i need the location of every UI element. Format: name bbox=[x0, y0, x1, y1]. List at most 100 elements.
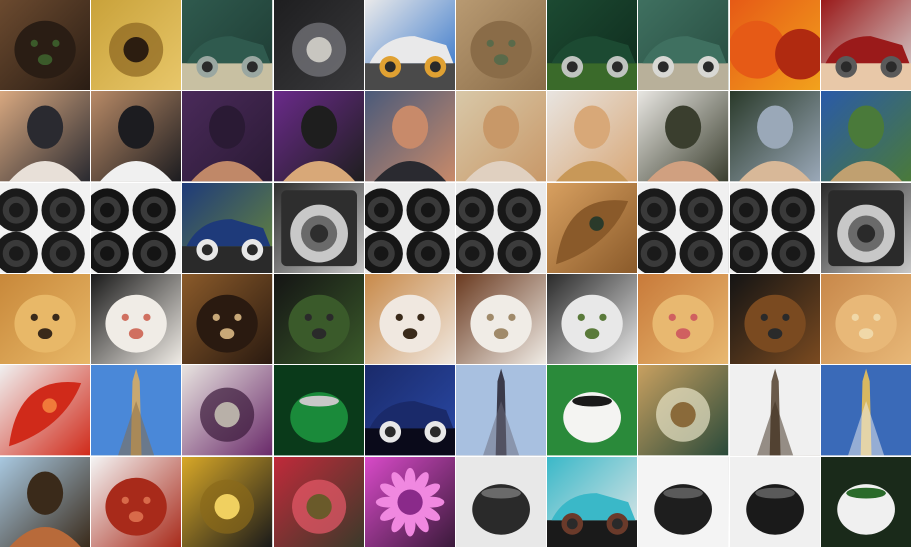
thumbnail-piggy-bank bbox=[91, 0, 182, 91]
thumbnail-graphic bbox=[182, 456, 273, 547]
thumbnail-person bbox=[547, 91, 638, 182]
thumbnail-basket bbox=[638, 365, 729, 456]
thumbnail-fabric bbox=[273, 456, 364, 547]
thumbnail-camera bbox=[820, 182, 911, 273]
thumbnail-camera bbox=[273, 182, 364, 273]
thumbnail-graphic bbox=[0, 91, 91, 182]
thumbnail-dog bbox=[455, 274, 547, 365]
thumbnail-graphic bbox=[820, 365, 911, 456]
thumbnail-dog bbox=[91, 274, 182, 365]
thumbnail-dog bbox=[638, 274, 729, 365]
thumbnail-graphic bbox=[547, 456, 638, 547]
thumbnail-pot bbox=[455, 456, 547, 547]
thumbnail-stupa bbox=[820, 365, 911, 456]
thumbnail-graphic bbox=[91, 274, 182, 365]
thumbnail-obelisk bbox=[91, 365, 182, 456]
thumbnail-green-dial bbox=[273, 365, 364, 456]
thumbnail-car bbox=[547, 0, 638, 91]
thumbnail-person bbox=[0, 91, 91, 182]
thumbnail-scooter bbox=[547, 456, 638, 547]
thumbnail-graphic bbox=[182, 91, 273, 182]
thumbnail-graphic bbox=[638, 365, 729, 456]
thumbnail-graphic bbox=[364, 274, 455, 365]
image-grid bbox=[0, 0, 911, 547]
thumbnail-graphic bbox=[182, 0, 273, 91]
thumbnail-graphic bbox=[182, 182, 273, 273]
thumbnail-dog bbox=[0, 0, 91, 91]
thumbnail-graphic bbox=[547, 0, 638, 91]
thumbnail-graphic bbox=[273, 274, 364, 365]
thumbnail-graphic bbox=[364, 182, 455, 273]
thumbnail-graphic bbox=[729, 0, 820, 91]
thumbnail-graphic bbox=[638, 456, 729, 547]
thumbnail-person bbox=[638, 91, 729, 182]
thumbnail-graphic bbox=[455, 456, 547, 547]
thumbnail-dog bbox=[364, 274, 455, 365]
thumbnail-tape-roll bbox=[547, 365, 638, 456]
thumbnail-graphic bbox=[820, 274, 911, 365]
thumbnail-graphic bbox=[729, 274, 820, 365]
thumbnail-bag bbox=[182, 365, 273, 456]
thumbnail-dog bbox=[455, 0, 547, 91]
thumbnail-car bbox=[638, 0, 729, 91]
thumbnail-graphic bbox=[638, 182, 729, 273]
thumbnail-person bbox=[729, 91, 820, 182]
thumbnail-graphic bbox=[638, 0, 729, 91]
thumbnail-pot bbox=[729, 456, 820, 547]
thumbnail-graphic bbox=[729, 91, 820, 182]
thumbnail-person bbox=[182, 91, 273, 182]
thumbnail-graphic bbox=[0, 456, 91, 547]
thumbnail-graphic bbox=[91, 456, 182, 547]
thumbnail-graphic bbox=[820, 182, 911, 273]
thumbnail-lens bbox=[729, 182, 820, 273]
thumbnail-graphic bbox=[364, 0, 455, 91]
thumbnail-lens bbox=[638, 182, 729, 273]
thumbnail-person bbox=[273, 91, 364, 182]
thumbnail-graphic bbox=[820, 91, 911, 182]
thumbnail-lens bbox=[91, 182, 182, 273]
thumbnail-graphic bbox=[364, 456, 455, 547]
thumbnail-panda bbox=[91, 456, 182, 547]
thumbnail-car bbox=[182, 0, 273, 91]
thumbnail-graphic bbox=[0, 0, 91, 91]
thumbnail-graphic bbox=[638, 91, 729, 182]
thumbnail-lens bbox=[0, 182, 91, 273]
thumbnail-graphic bbox=[91, 182, 182, 273]
thumbnail-lens bbox=[455, 182, 547, 273]
thumbnail-graphic bbox=[0, 365, 91, 456]
thumbnail-dog bbox=[547, 274, 638, 365]
thumbnail-red-leaf bbox=[0, 365, 91, 456]
thumbnail-flower bbox=[364, 456, 455, 547]
thumbnail-graphic bbox=[638, 274, 729, 365]
thumbnail-graphic bbox=[547, 274, 638, 365]
thumbnail-graphic bbox=[91, 91, 182, 182]
thumbnail-graphic bbox=[455, 274, 547, 365]
thumbnail-lens bbox=[364, 182, 455, 273]
thumbnail-graphic bbox=[729, 365, 820, 456]
thumbnail-graphic bbox=[273, 456, 364, 547]
thumbnail-graphic bbox=[547, 182, 638, 273]
thumbnail-graphic bbox=[547, 365, 638, 456]
thumbnail-graphic bbox=[364, 365, 455, 456]
thumbnail-graphic bbox=[0, 274, 91, 365]
thumbnail-graphic bbox=[273, 365, 364, 456]
thumbnail-tractor bbox=[182, 182, 273, 273]
thumbnail-graphic bbox=[182, 365, 273, 456]
thumbnail-graphic bbox=[455, 0, 547, 91]
thumbnail-graphic bbox=[729, 182, 820, 273]
thumbnail-obelisk bbox=[455, 365, 547, 456]
thumbnail-graphic bbox=[91, 0, 182, 91]
thumbnail-car bbox=[364, 0, 455, 91]
thumbnail-graphic bbox=[91, 365, 182, 456]
thumbnail-dog bbox=[0, 274, 91, 365]
thumbnail-graphic bbox=[455, 182, 547, 273]
thumbnail-graphic bbox=[820, 456, 911, 547]
thumbnail-butterfly bbox=[547, 182, 638, 273]
thumbnail-teapot bbox=[820, 456, 911, 547]
thumbnail-graphic bbox=[0, 182, 91, 273]
thumbnail-dog bbox=[729, 274, 820, 365]
thumbnail-dog bbox=[182, 274, 273, 365]
thumbnail-tower bbox=[729, 365, 820, 456]
thumbnail-bear bbox=[273, 274, 364, 365]
thumbnail-graphic bbox=[729, 456, 820, 547]
